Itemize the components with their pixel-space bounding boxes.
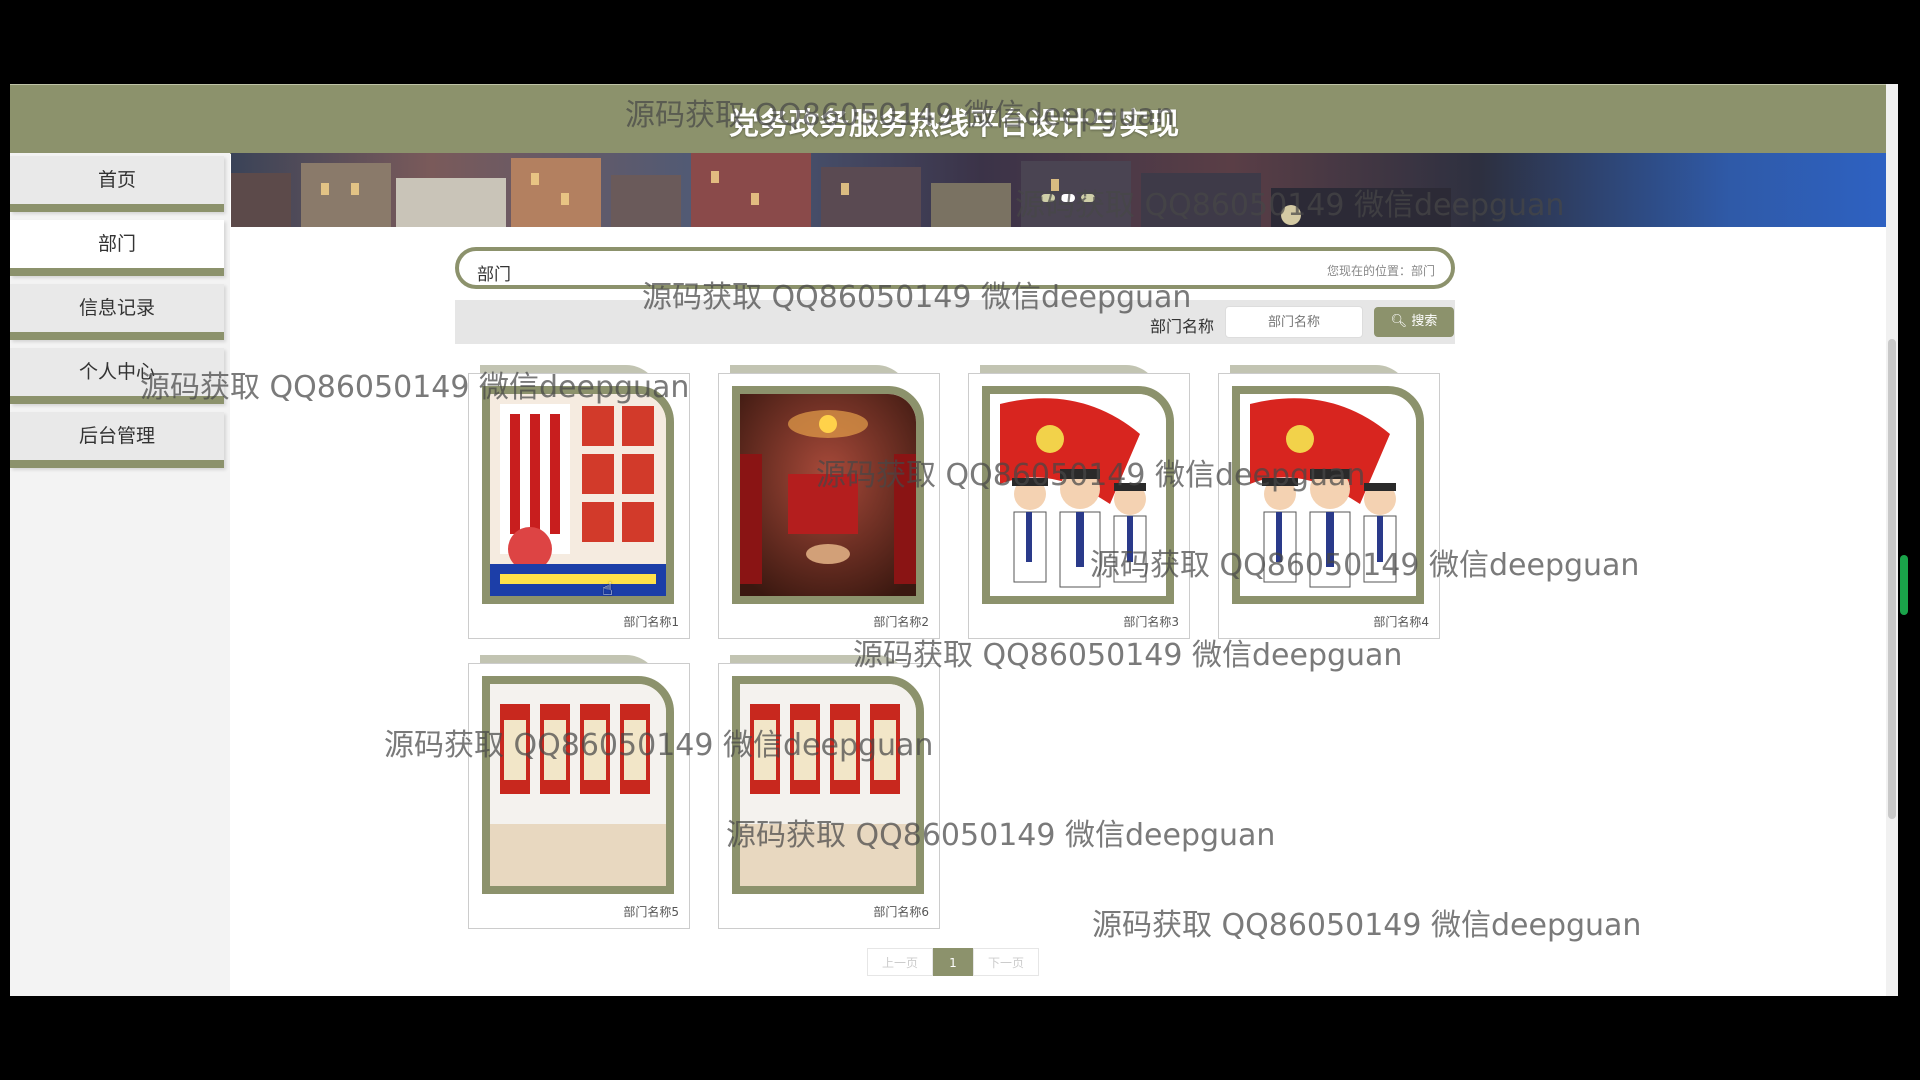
department-card[interactable]: 部门名称2 xyxy=(718,373,940,639)
watermark-text: 源码获取 QQ86050149 微信deepguan xyxy=(1090,548,1640,583)
card-label: 部门名称3 xyxy=(1123,615,1179,629)
page-number-current[interactable]: 1 xyxy=(933,948,973,976)
wall-posters-room-image xyxy=(740,684,916,886)
card-image xyxy=(732,386,924,604)
department-card[interactable]: 部门名称1 xyxy=(468,373,690,639)
watermark-text: 源码获取 QQ86050149 微信deepguan xyxy=(1015,188,1565,223)
search-button[interactable]: 🔍︎ 搜索 xyxy=(1374,307,1454,337)
breadcrumb-position: 您现在的位置：部门 xyxy=(1326,264,1435,278)
card-image xyxy=(482,386,674,604)
next-page-button[interactable]: 下一页 xyxy=(973,948,1039,976)
sidebar-item-home[interactable]: 首页 xyxy=(10,156,224,212)
pagination: 上一页 1 下一页 xyxy=(867,948,1039,976)
card-label: 部门名称4 xyxy=(1373,615,1429,629)
watermark-text: 源码获取 QQ86050149 微信deepguan xyxy=(1092,908,1642,943)
browser-page: 党务政务服务热线平台设计与实现 首页 部门 信息记录 个人中心 后台管理 部门 … xyxy=(10,84,1898,996)
watermark-text: 源码获取 QQ86050149 微信deepguan xyxy=(625,98,1175,133)
watermark-text: 源码获取 QQ86050149 微信deepguan xyxy=(853,638,1403,673)
party-room-interior-image xyxy=(740,394,916,596)
poster-red-slogans-image xyxy=(490,394,666,596)
watermark-text: 源码获取 QQ86050149 微信deepguan xyxy=(726,818,1276,853)
card-image xyxy=(482,676,674,894)
card-label: 部门名称2 xyxy=(873,615,929,629)
department-name-input[interactable] xyxy=(1225,306,1363,338)
watermark-text: 源码获取 QQ86050149 微信deepguan xyxy=(140,370,690,405)
department-card[interactable]: 部门名称5 xyxy=(468,663,690,929)
watermark-text: 源码获取 QQ86050149 微信deepguan xyxy=(816,458,1366,493)
section-title: 部门 xyxy=(477,265,511,285)
card-label: 部门名称6 xyxy=(873,905,929,919)
mouse-cursor-icon: ☝ xyxy=(602,579,613,600)
wall-posters-room-image xyxy=(490,684,666,886)
sidebar-item-admin[interactable]: 后台管理 xyxy=(10,412,224,468)
watermark-text: 源码获取 QQ86050149 微信deepguan xyxy=(642,280,1192,315)
department-card[interactable]: 部门名称6 xyxy=(718,663,940,929)
card-label: 部门名称5 xyxy=(623,905,679,919)
scrollbar-thumb[interactable] xyxy=(1888,339,1896,819)
sidebar: 首页 部门 信息记录 个人中心 后台管理 xyxy=(10,153,230,996)
sidebar-item-info-records[interactable]: 信息记录 xyxy=(10,284,224,340)
department-card[interactable]: 部门名称3 xyxy=(968,373,1190,639)
prev-page-button[interactable]: 上一页 xyxy=(867,948,933,976)
side-edge-indicator xyxy=(1900,555,1908,615)
card-image xyxy=(732,676,924,894)
sidebar-item-department[interactable]: 部门 xyxy=(10,220,224,276)
search-button-label: 搜索 xyxy=(1411,314,1438,329)
department-card[interactable]: 部门名称4 xyxy=(1218,373,1440,639)
search-icon: 🔍︎ xyxy=(1390,314,1408,329)
search-label: 部门名称 xyxy=(1150,317,1215,336)
card-label: 部门名称1 xyxy=(623,615,679,629)
watermark-text: 源码获取 QQ86050149 微信deepguan xyxy=(384,728,934,763)
scrollbar[interactable] xyxy=(1886,84,1898,996)
